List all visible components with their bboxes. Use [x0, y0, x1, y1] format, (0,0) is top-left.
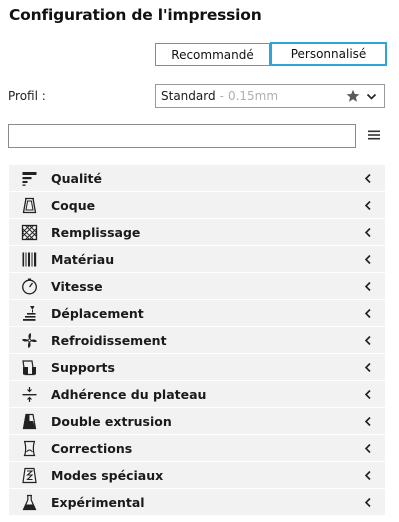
mode-toggle: Recommandé Personnalisé: [155, 42, 387, 66]
category-fixes[interactable]: Corrections: [9, 435, 385, 462]
category-support[interactable]: Supports: [9, 354, 385, 381]
chevron-left-icon[interactable]: [363, 308, 373, 319]
shell-icon: [21, 197, 38, 214]
quality-icon: [21, 170, 38, 187]
infill-icon: [21, 224, 38, 241]
adhesion-icon: [21, 386, 38, 403]
category-experimental[interactable]: Expérimental: [9, 489, 385, 516]
settings-menu-icon[interactable]: [367, 128, 381, 142]
category-label: Double extrusion: [51, 414, 172, 429]
chevron-left-icon[interactable]: [363, 200, 373, 211]
profile-layer-height: 0.15mm: [227, 89, 279, 103]
experimental-icon: [21, 494, 38, 511]
category-travel[interactable]: Déplacement: [9, 300, 385, 327]
category-label: Vitesse: [51, 279, 103, 294]
category-shell[interactable]: Coque: [9, 192, 385, 219]
fixes-icon: [21, 440, 38, 457]
category-cooling[interactable]: Refroidissement: [9, 327, 385, 354]
chevron-left-icon[interactable]: [363, 470, 373, 481]
material-icon: [21, 251, 38, 268]
star-icon[interactable]: [346, 89, 360, 103]
chevron-left-icon[interactable]: [363, 362, 373, 373]
category-material[interactable]: Matériau: [9, 246, 385, 273]
category-label: Expérimental: [51, 495, 145, 510]
chevron-left-icon[interactable]: [363, 416, 373, 427]
speed-icon: [21, 278, 38, 295]
profile-label: Profil :: [8, 89, 46, 103]
settings-category-list: Qualité Coque Remplissage Matériau Vites…: [9, 165, 385, 516]
recommended-mode-button[interactable]: Recommandé: [155, 43, 270, 66]
chevron-down-icon[interactable]: [366, 91, 377, 102]
category-speed[interactable]: Vitesse: [9, 273, 385, 300]
category-dual-extrusion[interactable]: Double extrusion: [9, 408, 385, 435]
category-label: Qualité: [51, 171, 102, 186]
travel-icon: [21, 305, 38, 322]
category-label: Refroidissement: [51, 333, 167, 348]
cooling-icon: [21, 332, 38, 349]
chevron-left-icon[interactable]: [363, 497, 373, 508]
category-label: Corrections: [51, 441, 133, 456]
category-adhesion[interactable]: Adhérence du plateau: [9, 381, 385, 408]
profile-separator: -: [219, 89, 224, 103]
chevron-left-icon[interactable]: [363, 173, 373, 184]
category-label: Déplacement: [51, 306, 144, 321]
chevron-left-icon[interactable]: [363, 254, 373, 265]
settings-search-input[interactable]: [8, 124, 356, 148]
category-label: Matériau: [51, 252, 115, 267]
profile-name: Standard: [161, 89, 216, 103]
chevron-left-icon[interactable]: [363, 335, 373, 346]
dual-extrusion-icon: [21, 413, 38, 430]
chevron-left-icon[interactable]: [363, 389, 373, 400]
support-icon: [21, 359, 38, 376]
category-special-modes[interactable]: Modes spéciaux: [9, 462, 385, 489]
chevron-left-icon[interactable]: [363, 281, 373, 292]
special-modes-icon: [21, 467, 38, 484]
panel-title: Configuration de l'impression: [9, 6, 262, 24]
category-label: Supports: [51, 360, 115, 375]
custom-mode-button[interactable]: Personnalisé: [270, 42, 387, 66]
category-infill[interactable]: Remplissage: [9, 219, 385, 246]
category-label: Adhérence du plateau: [51, 387, 207, 402]
category-label: Remplissage: [51, 225, 141, 240]
category-label: Modes spéciaux: [51, 468, 164, 483]
category-quality[interactable]: Qualité: [9, 165, 385, 192]
chevron-left-icon[interactable]: [363, 227, 373, 238]
chevron-left-icon[interactable]: [363, 443, 373, 454]
profile-select[interactable]: Standard - 0.15mm: [155, 84, 385, 108]
category-label: Coque: [51, 198, 96, 213]
